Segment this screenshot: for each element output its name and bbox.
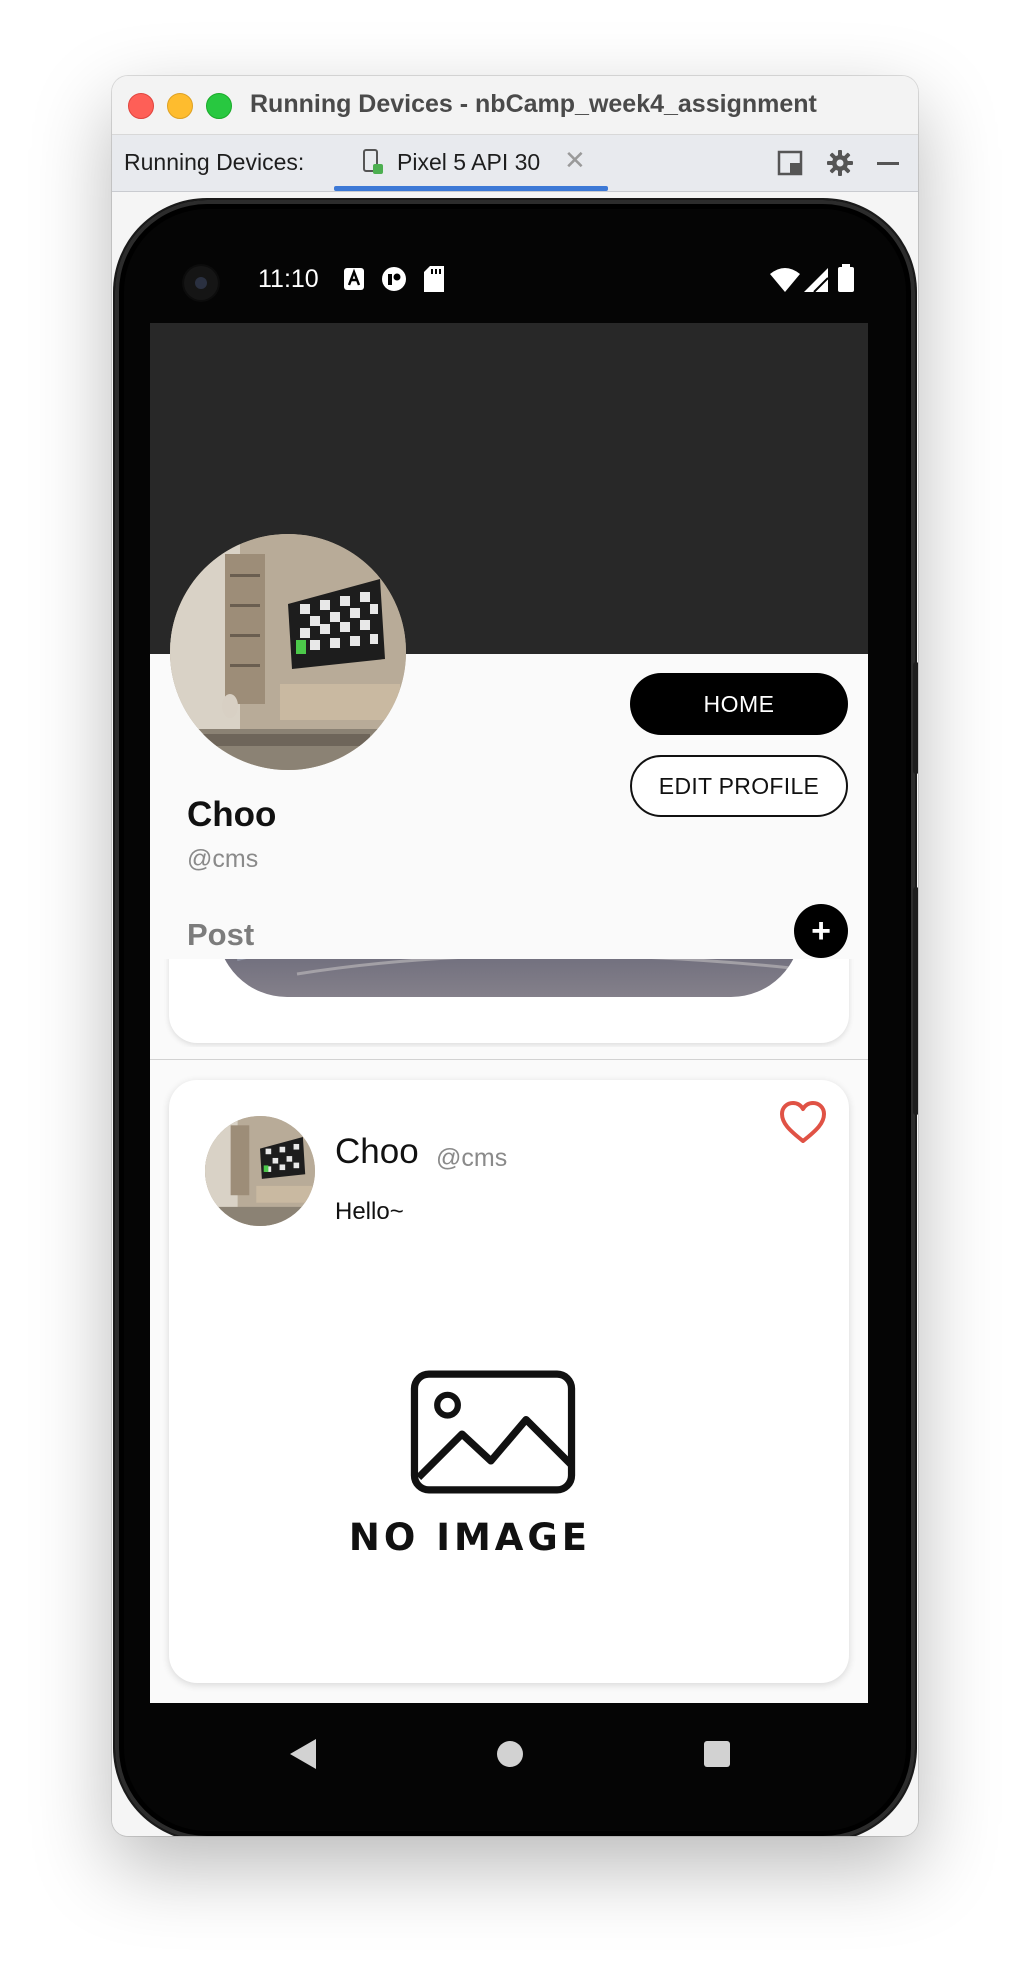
room-photo-small	[205, 1116, 315, 1226]
profile-avatar[interactable]	[170, 534, 406, 770]
gear-icon[interactable]	[826, 149, 854, 177]
running-devices-toolbar: Running Devices: Pixel 5 API 30 ✕	[112, 135, 918, 192]
post-list-scroll-area[interactable]	[150, 959, 868, 1047]
split-layout-icon[interactable]	[776, 149, 804, 177]
post-author-handle: @cms	[436, 1144, 508, 1172]
close-tab-icon[interactable]: ✕	[564, 145, 586, 176]
no-image-label: NO IMAGE	[348, 1516, 592, 1559]
close-window-button[interactable]	[128, 93, 154, 119]
navigation-bar	[150, 1703, 868, 1813]
post-image-previous	[217, 959, 801, 997]
app-screen: HOME EDIT PROFILE Choo @cms Post + Choo …	[150, 323, 868, 1703]
home-button[interactable]: HOME	[630, 673, 848, 735]
post-author-avatar[interactable]	[205, 1116, 315, 1226]
tab-label: Pixel 5 API 30	[397, 149, 541, 175]
heart-icon[interactable]	[779, 1100, 827, 1144]
post-card-previous[interactable]	[169, 959, 849, 1043]
running-devices-label: Running Devices:	[124, 149, 305, 175]
tab-pixel-5[interactable]: Pixel 5 API 30 ✕	[334, 135, 608, 191]
device-icon	[363, 149, 383, 174]
front-camera	[184, 266, 218, 300]
back-icon[interactable]	[290, 1739, 316, 1769]
maximize-window-button[interactable]	[206, 93, 232, 119]
a-notification-icon	[344, 268, 364, 290]
profile-name: Choo	[187, 795, 277, 834]
volume-button	[913, 887, 918, 1115]
recents-icon[interactable]	[704, 1741, 730, 1767]
power-button	[913, 662, 918, 774]
profile-handle: @cms	[187, 845, 259, 873]
battery-icon	[838, 264, 854, 292]
post-section-title: Post	[187, 917, 255, 952]
title-bar: Running Devices - nbCamp_week4_assignmen…	[112, 76, 918, 135]
edit-profile-button[interactable]: EDIT PROFILE	[630, 755, 848, 817]
post-card[interactable]: Choo @cms Hello~ NO IMAGE	[169, 1080, 849, 1683]
add-post-button[interactable]: +	[794, 904, 848, 958]
wifi-icon	[770, 268, 800, 292]
list-divider	[150, 1059, 868, 1060]
sd-card-icon	[424, 266, 444, 292]
home-icon[interactable]	[497, 1741, 523, 1767]
window-title: Running Devices - nbCamp_week4_assignmen…	[250, 90, 817, 118]
status-time: 11:10	[258, 265, 319, 293]
signal-icon	[804, 268, 828, 292]
minimize-icon[interactable]	[874, 149, 902, 177]
app-notification-icon	[382, 267, 406, 291]
minimize-window-button[interactable]	[167, 93, 193, 119]
post-author-name: Choo	[335, 1132, 419, 1171]
no-image-icon	[410, 1370, 576, 1494]
room-photo	[170, 534, 406, 770]
post-text: Hello~	[335, 1198, 404, 1225]
active-tab-indicator	[334, 186, 608, 191]
